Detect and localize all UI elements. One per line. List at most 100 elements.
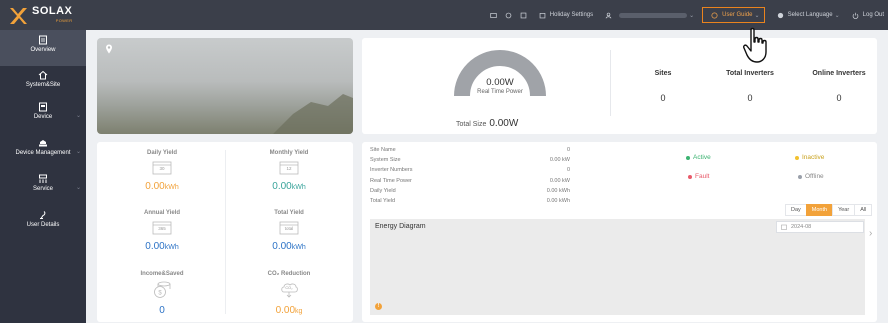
income-saved-label: Income&Saved [140,271,184,277]
coins-icon: $ [152,281,172,299]
sidebar-item-user-details[interactable]: User Details [0,210,86,240]
sidebar-item-device[interactable]: Device ⌄ [0,102,86,132]
daily-yield-value: 0.00 [145,181,165,192]
date-picker-value: 2024-08 [791,224,812,230]
daily-yield-unit: kWh [164,184,179,191]
total-inverters-value: 0 [747,93,753,103]
monthly-yield-unit: kWh [291,184,306,191]
warning-icon[interactable]: ! [375,303,382,310]
total-yield-value: 0.00 [272,241,292,252]
site-name-value: 0 [566,147,570,153]
total-yield-badge: total [284,226,294,231]
daily-yield: Daily Yield 30 0.00kWh [99,150,225,192]
calendar-day-icon: 30 [152,160,172,175]
co2-badge: CO₂ [285,286,293,290]
top-nav: Holiday Settings ⌄ User Guide ⌄ Select L… [486,0,888,30]
calendar-icon [538,11,547,20]
globe-icon [776,11,785,20]
status-dot-icon [686,155,690,160]
status-offline[interactable]: Offline [798,173,824,180]
range-all-button[interactable]: All [854,204,873,216]
service-icon [38,174,48,184]
inverter-numbers-value: 0 [566,167,570,173]
log-out-button[interactable]: Log Out [848,11,884,20]
range-month-button[interactable]: Month [805,204,834,216]
total-yield: Total Yield total 0.00kWh [226,210,352,252]
real-time-power-value: 0.00W [486,77,514,88]
date-picker[interactable]: 2024-08 [776,221,864,233]
chevron-down-icon: ⌄ [75,185,81,191]
user-details-icon [38,210,48,220]
help-icon [710,11,719,20]
sidebar-item-system-site[interactable]: System&Site [0,70,86,98]
range-selector: Day Month Year All [785,204,873,216]
message-icon[interactable] [489,11,498,20]
calendar-month-icon: 12 [279,160,299,175]
chevron-down-icon: ⌄ [834,12,840,19]
range-year-button[interactable]: Year [832,204,856,216]
status-dot-icon [795,155,799,160]
monthly-yield-value: 0.00 [272,181,292,192]
calendar-year-icon: 365 [152,220,172,235]
holiday-settings-link[interactable]: Holiday Settings [535,11,593,20]
total-inverters-stat: Total Inverters 0 [707,70,793,103]
device-management-icon [38,138,48,148]
site-name-label: Site Name [370,147,396,153]
total-inverters-label: Total Inverters [726,70,774,77]
user-name-redacted [619,12,688,18]
total-size-value: 0.00W [489,118,519,129]
total-yield-info-value: 0.00 kWh [546,198,570,204]
chevron-right-icon[interactable]: › [869,228,872,239]
sidebar-item-device-management[interactable]: Device Management ⌄ [0,138,86,168]
co2-reduction: CO₂ Reduction CO₂ 0.00kg [226,271,352,316]
total-yield-info-label: Total Yield [370,198,396,204]
user-icon [604,11,613,20]
sidebar-item-overview[interactable]: Overview [0,30,86,66]
notification-icon[interactable] [504,11,513,20]
calendar-icon [781,224,787,230]
status-inactive[interactable]: Inactive [795,154,824,161]
monitor-icon[interactable] [519,11,528,20]
user-guide-button[interactable]: User Guide ⌄ [702,7,765,23]
range-day-button[interactable]: Day [785,204,807,216]
online-inverters-value: 0 [836,93,842,103]
daily-yield-info-value: 0.00 kWh [546,188,570,194]
sidebar-item-service[interactable]: Service ⌄ [0,174,86,204]
status-active[interactable]: Active [686,154,711,161]
brand-sub: POWER [55,18,73,23]
online-inverters-label: Online Inverters [812,70,866,77]
energy-diagram: Energy Diagram [370,219,865,315]
status-fault[interactable]: Fault [688,173,709,180]
overview-icon [38,35,48,45]
divider [610,50,611,116]
daily-yield-info-label: Daily Yield [370,188,396,194]
real-time-power-gauge [454,50,546,97]
annual-yield: Annual Yield 365 0.00kWh [99,210,225,252]
sidebar: Overview System&Site Device ⌄ Device Man… [0,30,86,323]
solax-logo[interactable]: SOLAX POWER [8,5,72,27]
user-account-menu[interactable]: ⌄ [601,11,694,20]
co2-reduction-label: CO₂ Reduction [267,271,311,277]
monthly-yield-badge: 12 [286,166,292,171]
cloud-co2-icon: CO₂ [279,281,299,299]
select-language-menu[interactable]: Select Language ⌄ [773,11,840,20]
inverter-numbers-row: Inverter Numbers 0 [370,167,570,175]
annual-yield-label: Annual Yield [143,210,180,216]
power-icon [851,11,860,20]
chevron-down-icon: ⌄ [75,149,81,155]
total-size: Total Size 0.00W [456,118,518,129]
sites-value: 0 [660,93,666,103]
total-yield-row: Total Yield 0.00 kWh [370,198,570,206]
total-yield-label: Total Yield [274,210,304,216]
online-inverters-stat: Online Inverters 0 [796,70,882,103]
chevron-down-icon: ⌄ [754,12,760,19]
system-size-value: 0.00 kW [549,157,570,163]
annual-yield-unit: kWh [164,244,179,251]
site-name-row: Site Name 0 [370,147,570,155]
annual-yield-value: 0.00 [145,241,165,252]
annual-yield-badge: 365 [158,226,166,231]
chevron-down-icon: ⌄ [689,12,695,19]
monthly-yield-label: Monthly Yield [269,150,309,156]
co2-reduction-unit: kg [295,308,303,315]
chevron-down-icon: ⌄ [75,113,81,119]
